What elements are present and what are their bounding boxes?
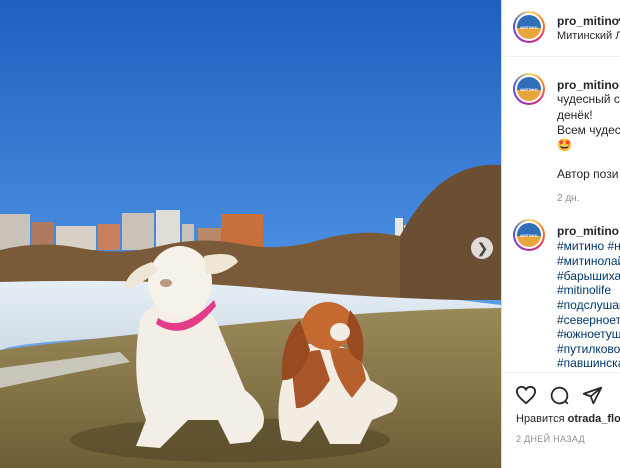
caption-author: Автор пози: [557, 167, 619, 181]
comment-icon[interactable]: [549, 385, 570, 411]
caption-line: чудесный со: [557, 92, 620, 106]
chevron-right-icon: ❯: [476, 240, 489, 256]
comment-username[interactable]: pro_mitino: [557, 224, 619, 238]
caption-line: денёк!: [557, 108, 593, 122]
hashtag-link[interactable]: #южноетуш: [557, 326, 620, 342]
caption-avatar[interactable]: МИТИНО: [513, 73, 545, 105]
post-location[interactable]: Митинский Ла: [557, 30, 620, 42]
caption-username[interactable]: pro_mitino: [557, 78, 619, 92]
caption-line: Всем чудесн: [557, 123, 620, 137]
caption-emoji: 🤩: [557, 138, 572, 152]
hashtag-link[interactable]: #павшинска: [557, 355, 620, 371]
hashtag-link[interactable]: #митино #н: [557, 238, 620, 254]
action-bar: Нравится otrada_flo 2 ДНЕЙ НАЗАД: [502, 372, 620, 468]
heart-icon[interactable]: [515, 385, 537, 410]
avatar[interactable]: МИТИНО: [513, 11, 545, 43]
post-sidebar: МИТИНО pro_mitino • Митинский Ла МИТИНО …: [501, 0, 620, 468]
post-header: МИТИНО pro_mitino • Митинский Ла: [502, 0, 620, 57]
next-photo-button[interactable]: ❯: [471, 237, 493, 259]
comment-avatar[interactable]: МИТИНО: [513, 219, 545, 251]
post-photo[interactable]: ❯: [0, 0, 501, 468]
photo-image: [0, 0, 501, 468]
liked-by-user[interactable]: otrada_flo: [568, 413, 620, 425]
likes-summary[interactable]: Нравится otrada_flo: [516, 413, 620, 425]
hashtag-link[interactable]: #mitinolife: [557, 282, 611, 298]
hashtag-link[interactable]: #митинолай: [557, 253, 620, 269]
hashtag-link[interactable]: #подслушан: [557, 297, 620, 313]
post-timestamp[interactable]: 2 ДНЕЙ НАЗАД: [516, 434, 585, 444]
send-icon[interactable]: [582, 385, 603, 411]
caption-age[interactable]: 2 дн.: [557, 193, 579, 204]
header-username[interactable]: pro_mitino: [557, 14, 619, 28]
